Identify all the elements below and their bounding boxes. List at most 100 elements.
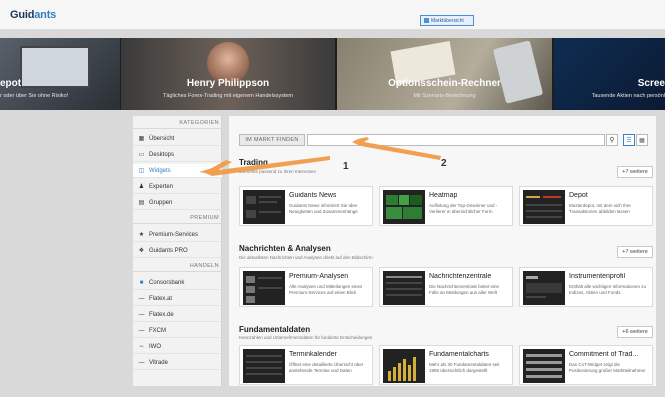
- widget-thumbnail: [383, 349, 425, 383]
- grid-view-button[interactable]: ▦: [636, 134, 648, 146]
- widget-description: Auflistung der Top-Gewinner und -Verlier…: [429, 203, 498, 214]
- widget-title: Commitment of Trad...: [569, 351, 639, 358]
- star-icon: ★: [138, 232, 145, 238]
- category-title: Fundamentaldaten: [239, 325, 311, 334]
- carousel-slide-depot[interactable]: epot r oder über Sie ohne Risiko!: [0, 38, 120, 110]
- sidebar-item-vitrade[interactable]: — Vitrade: [133, 356, 222, 370]
- category-title: Trading: [239, 158, 268, 167]
- widget-thumbnail: [243, 271, 285, 305]
- person-icon: ♟: [138, 184, 145, 190]
- grid-icon: ▦: [639, 137, 645, 144]
- list-view-button[interactable]: ☰: [623, 134, 635, 146]
- carousel-slide-optionsschein[interactable]: Optionsschein-Rechner Mit Szenario-Berec…: [337, 38, 552, 110]
- broker-icon: —: [138, 327, 145, 334]
- more-button[interactable]: +7 weitere: [617, 166, 653, 178]
- widget-card-commitment-of-traders[interactable]: Commitment of Trad... Das CoT-Widget zei…: [519, 345, 653, 385]
- sidebar-item-consorsbank[interactable]: ■ Consorsbank: [133, 276, 222, 290]
- broker-icon: —: [138, 311, 145, 318]
- widget-description: Öffnet eine detaillierte Übersicht über …: [289, 362, 364, 373]
- widget-description: Musterdepot, mit dem sich Ihre Transakti…: [569, 203, 631, 214]
- widget-title: Guidants News: [289, 192, 337, 199]
- widget-card-guidants-news[interactable]: Guidants News Guidants News informiert S…: [239, 186, 373, 226]
- market-overview-button[interactable]: Marktübersicht: [420, 15, 474, 26]
- category-sidebar: KATEGORIEN ▦ Übersicht ▭ Desktops ◫ Widgets…: [133, 116, 222, 386]
- guidants-logo[interactable]: Guidants: [10, 9, 56, 21]
- sidebar-item-experten[interactable]: ♟ Experten: [133, 180, 222, 194]
- widget-description: Guidants News informiert Sie über Neuigk…: [289, 203, 358, 214]
- section-header-handeln: HANDELN: [133, 261, 222, 272]
- widget-card-depot[interactable]: Depot Musterdepot, mit dem sich Ihre Tra…: [519, 186, 653, 226]
- section-header-premium: PREMIUM: [133, 213, 222, 224]
- category-subtitle: Elemente passend zu Ihren Interessen: [239, 169, 317, 174]
- widget-thumbnail: [523, 190, 565, 224]
- search-button[interactable]: ⚲: [606, 134, 618, 146]
- sidebar-item-desktops[interactable]: ▭ Desktops: [133, 148, 222, 162]
- widget-card-fundamentalcharts[interactable]: Fundamentalcharts Mehr als 30 Fundamenta…: [379, 345, 513, 385]
- broker-icon: —: [138, 295, 145, 302]
- slide-title: Henry Philippson: [186, 78, 270, 89]
- slide-subtitle: Tägliches Forex-Trading mit eigenem Hand…: [162, 93, 293, 99]
- widget-title: Instrumentenprofil: [569, 273, 626, 280]
- carousel-slide-screener[interactable]: Scree Tausende Aktien nach persönl: [554, 38, 665, 110]
- widget-card-terminkalender[interactable]: Terminkalender Öffnet eine detaillierte …: [239, 345, 373, 385]
- sidebar-item-widgets[interactable]: ◫ Widgets: [133, 164, 222, 178]
- widget-description: Mehr als 30 Fundamentaldaten seit 1995 ü…: [429, 362, 500, 373]
- broker-icon: —: [138, 359, 145, 366]
- widget-description: Alle Analysen und Mitteilungen eines Pre…: [289, 284, 363, 295]
- slide-subtitle: r oder über Sie ohne Risiko!: [0, 93, 69, 99]
- widget-description: Die Nachrichtenzentrale bietet eine Füll…: [429, 284, 500, 295]
- top-bar: Guidants Marktübersicht: [0, 0, 665, 30]
- widget-title: Nachrichtenzentrale: [429, 273, 492, 280]
- widget-card-premium-analysen[interactable]: Premium-Analysen Alle Analysen und Mitte…: [239, 267, 373, 307]
- slide-title: Optionsschein-Rechner: [388, 78, 501, 89]
- broker-icon: ∼: [138, 344, 145, 350]
- widget-title: Fundamentalcharts: [429, 351, 489, 358]
- sidebar-item-premium-services[interactable]: ★ Premium-Services: [133, 228, 222, 242]
- search-icon: ⚲: [609, 137, 615, 144]
- sidebar-item-guidants-pro[interactable]: ❖ Guidants PRO: [133, 244, 222, 258]
- sidebar-item-gruppen[interactable]: ▤ Gruppen: [133, 196, 222, 210]
- widget-title: Heatmap: [429, 192, 458, 199]
- widget-thumbnail: [383, 190, 425, 224]
- widget-market: IM MARKT FINDEN ⚲ ☰ ▦ Trading Elemente p…: [229, 116, 656, 386]
- widget-card-heatmap[interactable]: Heatmap Auflistung der Top-Gewinner und …: [379, 186, 513, 226]
- widget-card-nachrichtenzentrale[interactable]: Nachrichtenzentrale Die Nachrichtenzentr…: [379, 267, 513, 307]
- widget-title: Premium-Analysen: [289, 273, 349, 280]
- monitor-icon: ▭: [138, 152, 145, 158]
- widget-card-instrumentenprofil[interactable]: Instrumentenprofil Enthält alle wichtige…: [519, 267, 653, 307]
- featured-carousel[interactable]: epot r oder über Sie ohne Risiko! Henry …: [0, 38, 665, 110]
- widget-thumbnail: [383, 271, 425, 305]
- slide-title: Scree: [637, 78, 665, 89]
- widget-thumbnail: [243, 349, 285, 383]
- group-icon: ▤: [138, 200, 145, 206]
- category-subtitle: Kennzahlen und Unternehmensdaten für fun…: [239, 335, 373, 340]
- pro-icon: ❖: [138, 248, 145, 254]
- sidebar-item-uebersicht[interactable]: ▦ Übersicht: [133, 132, 222, 146]
- widget-description: Enthält alle wichtigen Informationen zu …: [569, 284, 647, 295]
- widget-thumbnail: [523, 271, 565, 305]
- carousel-slide-philippson[interactable]: Henry Philippson Tägliches Forex-Trading…: [121, 38, 335, 110]
- sidebar-item-flatex-at[interactable]: — Flatex.at: [133, 292, 222, 306]
- widget-title: Depot: [569, 192, 588, 199]
- more-button[interactable]: +6 weitere: [617, 326, 653, 338]
- more-button[interactable]: +7 weitere: [617, 246, 653, 258]
- calendar-icon: ◫: [138, 168, 145, 174]
- category-subtitle: Die aktuellsten Nachrichten und Analysen…: [239, 255, 373, 260]
- widget-description: Das CoT-Widget zeigt die Positionierung …: [569, 362, 646, 373]
- section-header-kategorien: KATEGORIEN: [133, 118, 222, 129]
- annotation-number-1: 1: [343, 161, 349, 172]
- slide-subtitle: Tausende Aktien nach persönl: [591, 93, 665, 99]
- widget-title: Terminkalender: [289, 351, 337, 358]
- overview-icon: [424, 18, 429, 23]
- slide-title: epot: [0, 78, 22, 89]
- widget-thumbnail: [243, 190, 285, 224]
- grid-icon: ▦: [138, 136, 145, 142]
- market-search-input[interactable]: [307, 134, 605, 146]
- sidebar-item-flatex-de[interactable]: — Flatex.de: [133, 308, 222, 322]
- slide-subtitle: Mit Szenario-Berechnung: [413, 93, 476, 99]
- market-search-label: IM MARKT FINDEN: [239, 134, 305, 146]
- sidebar-item-iwo[interactable]: ∼ IWO: [133, 340, 222, 354]
- bank-icon: ■: [139, 279, 144, 286]
- category-title: Nachrichten & Analysen: [239, 244, 331, 253]
- sidebar-item-fxcm[interactable]: — FXCM: [133, 324, 222, 338]
